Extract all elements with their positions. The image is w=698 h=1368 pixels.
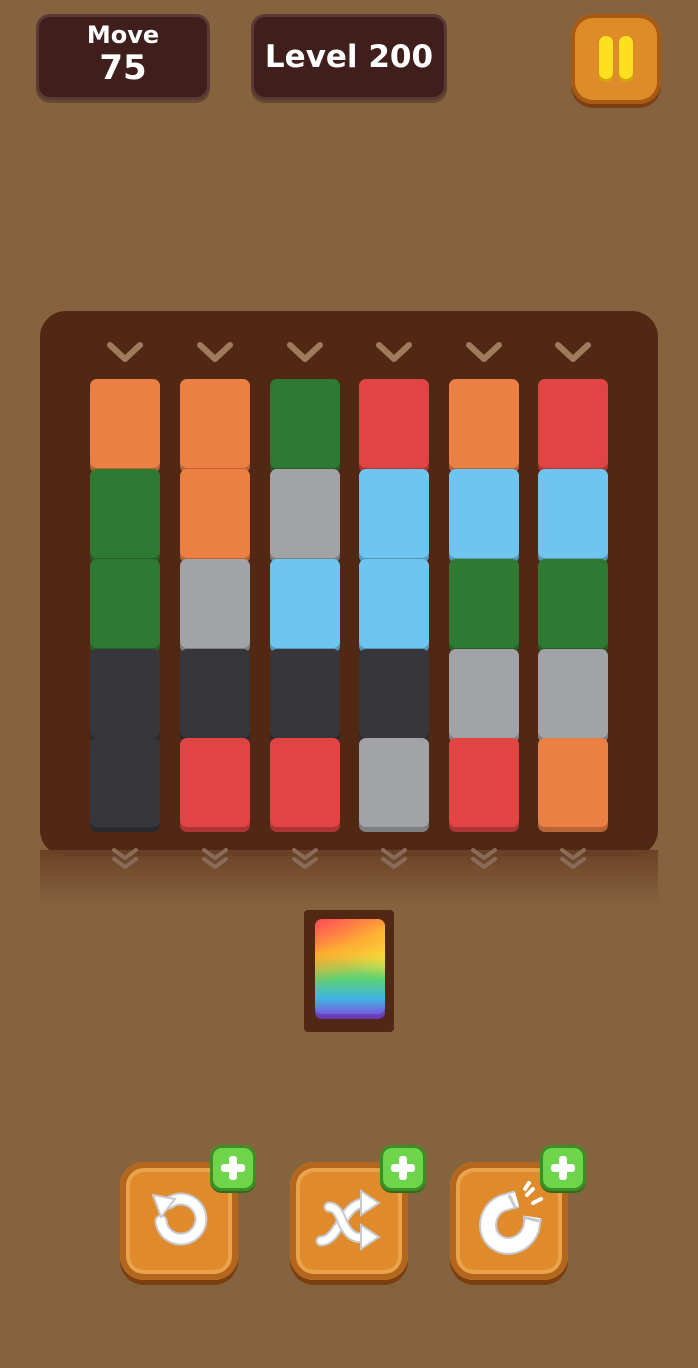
move-label: Move: [86, 21, 160, 49]
tile-gray[interactable]: [449, 649, 519, 743]
column-6-select-arrow[interactable]: [555, 340, 591, 364]
shuffle-button[interactable]: [290, 1145, 426, 1280]
tile-gray[interactable]: [538, 649, 608, 743]
undo-button[interactable]: [120, 1145, 256, 1280]
undo-icon: [151, 1192, 208, 1246]
tile-green[interactable]: [90, 469, 160, 563]
column-3-drop-arrow: [292, 848, 318, 869]
pause-icon: [599, 36, 613, 82]
tile-black[interactable]: [180, 649, 250, 743]
tile-orange[interactable]: [180, 379, 250, 473]
tile-black[interactable]: [270, 649, 340, 743]
pause-button[interactable]: [571, 14, 661, 104]
shuffle-icon: [315, 1189, 381, 1251]
held-tile-slot[interactable]: [304, 910, 394, 1032]
move-count: 75: [99, 48, 147, 88]
tile-orange[interactable]: [180, 469, 250, 563]
column-5-select-arrow[interactable]: [466, 340, 502, 364]
column-6-drop-arrow: [560, 848, 586, 869]
tile-red[interactable]: [359, 379, 429, 473]
plus-icon: [551, 1156, 575, 1180]
tile-black[interactable]: [359, 649, 429, 743]
rainbow-tile[interactable]: [315, 919, 385, 1019]
plus-icon: [391, 1156, 415, 1180]
tile-black[interactable]: [90, 738, 160, 832]
column-1-drop-arrow: [112, 848, 138, 869]
add-undo-button[interactable]: [210, 1145, 256, 1191]
tile-black[interactable]: [90, 649, 160, 743]
tile-green[interactable]: [538, 559, 608, 653]
tile-red[interactable]: [538, 379, 608, 473]
tile-green[interactable]: [90, 559, 160, 653]
tile-orange[interactable]: [449, 379, 519, 473]
tile-gray[interactable]: [270, 469, 340, 563]
tile-gray[interactable]: [180, 559, 250, 653]
tile-green[interactable]: [270, 379, 340, 473]
tile-gray[interactable]: [359, 738, 429, 832]
level-label: Level 200: [264, 39, 434, 75]
tile-orange[interactable]: [90, 379, 160, 473]
move-counter-panel: Move 75: [36, 14, 210, 100]
column-2-drop-arrow: [202, 848, 228, 869]
level-panel: Level 200: [251, 14, 447, 100]
tile-red[interactable]: [180, 738, 250, 832]
plus-icon: [221, 1156, 245, 1180]
tile-blue[interactable]: [538, 469, 608, 563]
tile-green[interactable]: [449, 559, 519, 653]
column-5-drop-arrow: [471, 848, 497, 869]
column-4-select-arrow[interactable]: [376, 340, 412, 364]
tile-blue[interactable]: [359, 559, 429, 653]
column-3-select-arrow[interactable]: [287, 340, 323, 364]
column-2-select-arrow[interactable]: [197, 340, 233, 364]
tile-orange[interactable]: [538, 738, 608, 832]
tile-blue[interactable]: [359, 469, 429, 563]
column-4-drop-arrow: [381, 848, 407, 869]
magnet-button[interactable]: [450, 1145, 586, 1280]
column-1-select-arrow[interactable]: [107, 340, 143, 364]
tile-blue[interactable]: [270, 559, 340, 653]
magnet-icon: [479, 1181, 543, 1255]
add-magnet-button[interactable]: [540, 1145, 586, 1191]
tile-red[interactable]: [270, 738, 340, 832]
tile-red[interactable]: [449, 738, 519, 832]
add-shuffle-button[interactable]: [380, 1145, 426, 1191]
tile-blue[interactable]: [449, 469, 519, 563]
